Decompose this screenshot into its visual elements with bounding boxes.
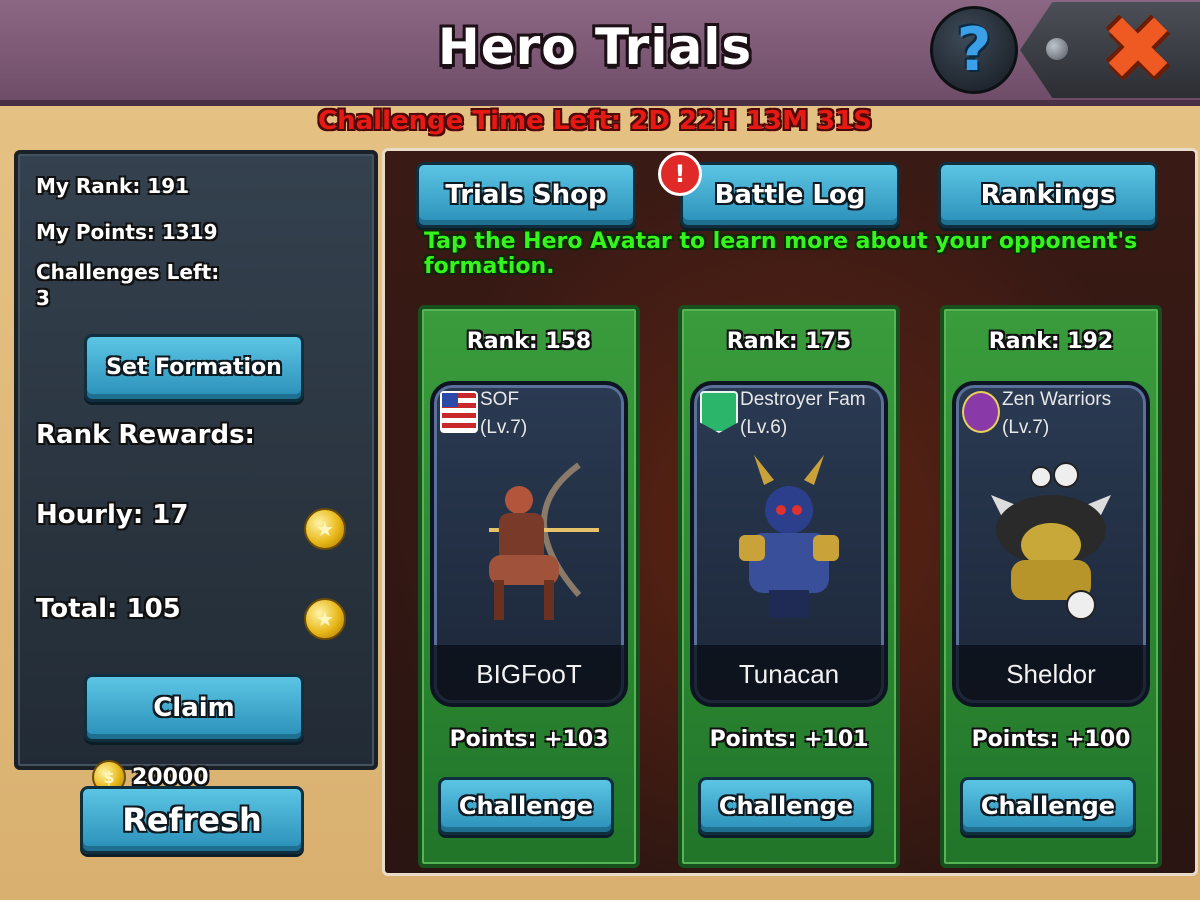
hero-avatar[interactable]: Destroyer Fam (Lv.6) Tunacan	[690, 381, 888, 707]
guild-name: Zen Warriors	[1002, 389, 1112, 410]
guild-emblem-icon	[700, 391, 738, 433]
guild-name: Destroyer Fam	[740, 389, 866, 410]
opponent-rank: Rank: 175	[726, 329, 852, 354]
challenge-button[interactable]: Challenge	[698, 777, 874, 835]
flag-icon	[440, 391, 478, 433]
hero-avatar[interactable]: Zen Warriors (Lv.7) Sheldor	[952, 381, 1150, 707]
opponent-card: Rank: 175 Destroyer Fam (Lv.6) Tunacan P…	[678, 305, 900, 868]
set-formation-button[interactable]: Set Formation	[84, 334, 304, 402]
close-icon: ✖	[1101, 0, 1175, 100]
header-bar: Hero Trials	[0, 0, 1200, 106]
opponent-rank: Rank: 158	[466, 329, 592, 354]
gold-coin-icon: ★	[304, 598, 346, 640]
my-rank: My Rank: 191	[36, 174, 190, 198]
challenge-timer: Challenge Time Left: 2D 22H 13M 31S	[318, 106, 872, 136]
horned-warlock-icon	[739, 455, 839, 618]
opponent-rank: Rank: 192	[988, 329, 1114, 354]
opponent-points: Points: +101	[709, 727, 869, 752]
centaur-archer-icon	[489, 462, 599, 620]
hourly-reward: Hourly: 17	[36, 500, 189, 530]
rank-rewards-label: Rank Rewards:	[36, 420, 255, 450]
opponent-level: (Lv.6)	[740, 417, 788, 438]
opponent-points: Points: +100	[971, 727, 1131, 752]
exclamation-icon: !	[658, 152, 702, 196]
challenges-left-value: 3	[36, 286, 50, 310]
rivet-icon	[1046, 38, 1068, 60]
trials-shop-button[interactable]: Trials Shop	[416, 162, 636, 228]
hint-text: Tap the Hero Avatar to learn more about …	[424, 229, 1138, 279]
my-points: My Points: 1319	[36, 220, 218, 244]
opponent-level: (Lv.7)	[1002, 417, 1050, 438]
guild-emblem-icon	[962, 391, 1000, 433]
opponent-name: BIGFooT	[434, 645, 624, 703]
opponent-card: Rank: 192 Zen Warriors (Lv.7) Sheldor Po…	[940, 305, 1162, 868]
guild-name: SOF	[480, 389, 520, 410]
battle-log-button[interactable]: Battle Log	[680, 162, 900, 228]
armadillo-brute-icon	[991, 462, 1111, 620]
help-button[interactable]: ?	[930, 6, 1018, 94]
player-stats-panel: My Rank: 191 My Points: 1319 Challenges …	[14, 150, 378, 770]
opponent-name: Sheldor	[956, 645, 1146, 703]
claim-button[interactable]: Claim	[84, 674, 304, 742]
opponent-card: Rank: 158 SOF (Lv.7) BIGFooT Points: +10…	[418, 305, 640, 868]
question-icon: ?	[956, 15, 992, 85]
close-button[interactable]: ✖	[1092, 0, 1184, 100]
challenge-button[interactable]: Challenge	[960, 777, 1136, 835]
total-reward: Total: 105	[36, 594, 181, 624]
hero-avatar[interactable]: SOF (Lv.7) BIGFooT	[430, 381, 628, 707]
opponent-points: Points: +103	[449, 727, 609, 752]
challenge-button[interactable]: Challenge	[438, 777, 614, 835]
refresh-button[interactable]: Refresh	[80, 786, 304, 854]
opponent-name: Tunacan	[694, 645, 884, 703]
challenges-left-label: Challenges Left:	[36, 260, 220, 284]
gold-coin-icon: ★	[304, 508, 346, 550]
opponent-level: (Lv.7)	[480, 417, 528, 438]
page-title: Hero Trials	[437, 18, 753, 76]
rankings-button[interactable]: Rankings	[938, 162, 1158, 228]
